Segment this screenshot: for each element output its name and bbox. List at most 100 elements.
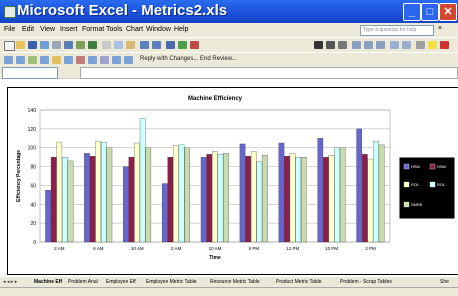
percent-icon[interactable] bbox=[402, 41, 411, 49]
help-search-input[interactable]: Type a question for help bbox=[360, 25, 434, 36]
bar bbox=[284, 156, 290, 243]
review-icon-6[interactable] bbox=[64, 56, 73, 64]
chart-wizard-icon[interactable] bbox=[190, 41, 199, 49]
bar bbox=[200, 156, 207, 243]
menu-file[interactable]: File bbox=[4, 26, 15, 33]
bar bbox=[184, 147, 190, 243]
menu-bar: File Edit View Insert Format Tools Chart… bbox=[0, 23, 458, 37]
review-icon-8[interactable] bbox=[88, 56, 97, 64]
menu-help[interactable]: Help bbox=[174, 26, 188, 33]
italic-icon[interactable] bbox=[326, 41, 335, 49]
x-tick-label: 2 PM bbox=[365, 246, 376, 251]
fill-color-icon[interactable] bbox=[428, 41, 437, 49]
bar bbox=[262, 155, 268, 243]
review-icon-2[interactable] bbox=[16, 56, 25, 64]
bar bbox=[295, 156, 302, 243]
underline-icon[interactable] bbox=[338, 41, 347, 49]
legend-swatch bbox=[429, 163, 436, 170]
x-tick-label: 6 AM bbox=[93, 246, 104, 251]
bar bbox=[95, 140, 101, 243]
tab-employee-metric-table[interactable]: Employee Metric Table bbox=[146, 277, 197, 287]
bar bbox=[139, 118, 146, 243]
align-left-icon[interactable] bbox=[352, 41, 361, 49]
align-right-icon[interactable] bbox=[376, 41, 385, 49]
bar bbox=[173, 145, 179, 243]
x-tick-label: 10 AM bbox=[209, 246, 222, 251]
open-icon[interactable] bbox=[16, 41, 25, 49]
review-icon-4[interactable] bbox=[40, 56, 49, 64]
bar bbox=[67, 160, 74, 243]
tab-she[interactable]: She bbox=[440, 277, 449, 287]
bar bbox=[84, 153, 90, 243]
spelling-icon[interactable] bbox=[88, 41, 97, 49]
autosum-icon[interactable] bbox=[166, 41, 175, 49]
review-icon-10[interactable] bbox=[112, 56, 121, 64]
review-icon-9[interactable] bbox=[100, 56, 109, 64]
bar bbox=[373, 140, 379, 243]
borders-icon[interactable] bbox=[416, 41, 425, 49]
tab-machine-eff[interactable]: Machine Eff bbox=[34, 277, 62, 287]
review-icon-5[interactable] bbox=[52, 56, 61, 64]
workbook-close-button[interactable]: × bbox=[438, 25, 442, 32]
bar bbox=[301, 156, 307, 243]
review-icon-1[interactable] bbox=[4, 56, 13, 64]
bold-icon[interactable] bbox=[314, 41, 323, 49]
x-axis-label: Time bbox=[209, 255, 221, 261]
bar bbox=[378, 144, 385, 243]
email-icon[interactable] bbox=[52, 41, 61, 49]
new-icon[interactable] bbox=[4, 41, 15, 51]
tab-product-metric-table[interactable]: Product Metric Table bbox=[276, 277, 321, 287]
print-icon[interactable] bbox=[64, 41, 73, 49]
bar bbox=[250, 151, 257, 243]
x-tick-label: 10 PM bbox=[325, 246, 338, 251]
tab-problem-scrap-tables[interactable]: Problem - Scrap Tables bbox=[340, 277, 392, 287]
legend-swatch bbox=[403, 201, 410, 208]
bar bbox=[323, 156, 329, 243]
bar bbox=[289, 153, 296, 243]
formula-input[interactable] bbox=[80, 67, 458, 79]
reply-with-changes-link[interactable]: Reply with Changes... End Review... bbox=[140, 56, 237, 62]
cut-icon[interactable] bbox=[102, 41, 111, 49]
menu-tools[interactable]: Tools bbox=[106, 26, 122, 33]
menu-edit[interactable]: Edit bbox=[22, 26, 34, 33]
worksheet: Machine Efficiency 0 20 40 60 80 100 120 140 Effi… bbox=[0, 79, 458, 277]
tab-scroll-buttons[interactable]: ◂ ◂ ▸ ▸ bbox=[3, 277, 17, 287]
bar bbox=[223, 153, 229, 243]
paste-icon[interactable] bbox=[126, 41, 135, 49]
bar bbox=[328, 155, 335, 243]
menu-format[interactable]: Format bbox=[82, 26, 104, 33]
tab-problem-anal[interactable]: Problem Anal bbox=[68, 277, 98, 287]
menu-chart[interactable]: Chart bbox=[126, 26, 143, 33]
chart-area[interactable]: Machine Efficiency 0 20 40 60 80 100 120 140 Effi… bbox=[7, 87, 458, 275]
review-icon-11[interactable] bbox=[124, 56, 133, 64]
menu-view[interactable]: View bbox=[40, 26, 55, 33]
bar bbox=[45, 189, 51, 243]
tab-resource-metric-table[interactable]: Resource Metric Table bbox=[210, 277, 260, 287]
y-tick-label: 100 bbox=[28, 146, 37, 152]
align-center-icon[interactable] bbox=[364, 41, 373, 49]
minimize-button[interactable]: _ bbox=[403, 3, 421, 21]
name-box[interactable] bbox=[2, 67, 58, 79]
print-preview-icon[interactable] bbox=[76, 41, 85, 49]
sort-icon[interactable] bbox=[178, 41, 187, 49]
review-icon-7[interactable] bbox=[76, 56, 85, 64]
font-color-icon[interactable] bbox=[440, 41, 449, 49]
tab-employee-eff[interactable]: Employee Eff bbox=[106, 277, 136, 287]
currency-icon[interactable] bbox=[390, 41, 399, 49]
redo-icon[interactable] bbox=[152, 41, 161, 49]
y-axis-label: Efficiency Percentage bbox=[16, 150, 22, 202]
undo-icon[interactable] bbox=[140, 41, 149, 49]
x-tick-label: 2 AM bbox=[54, 246, 65, 251]
menu-insert[interactable]: Insert bbox=[60, 26, 78, 33]
x-tick-label: 12 PM bbox=[286, 246, 299, 251]
y-tick-label: 120 bbox=[28, 127, 37, 133]
bar bbox=[278, 142, 285, 243]
save-icon[interactable] bbox=[28, 41, 37, 49]
close-button[interactable]: ✕ bbox=[439, 3, 457, 21]
menu-window[interactable]: Window bbox=[146, 26, 171, 33]
maximize-button[interactable]: □ bbox=[421, 3, 439, 21]
permission-icon[interactable] bbox=[40, 41, 49, 49]
copy-icon[interactable] bbox=[114, 41, 123, 49]
review-icon-3[interactable] bbox=[28, 56, 37, 64]
bar bbox=[62, 156, 68, 243]
